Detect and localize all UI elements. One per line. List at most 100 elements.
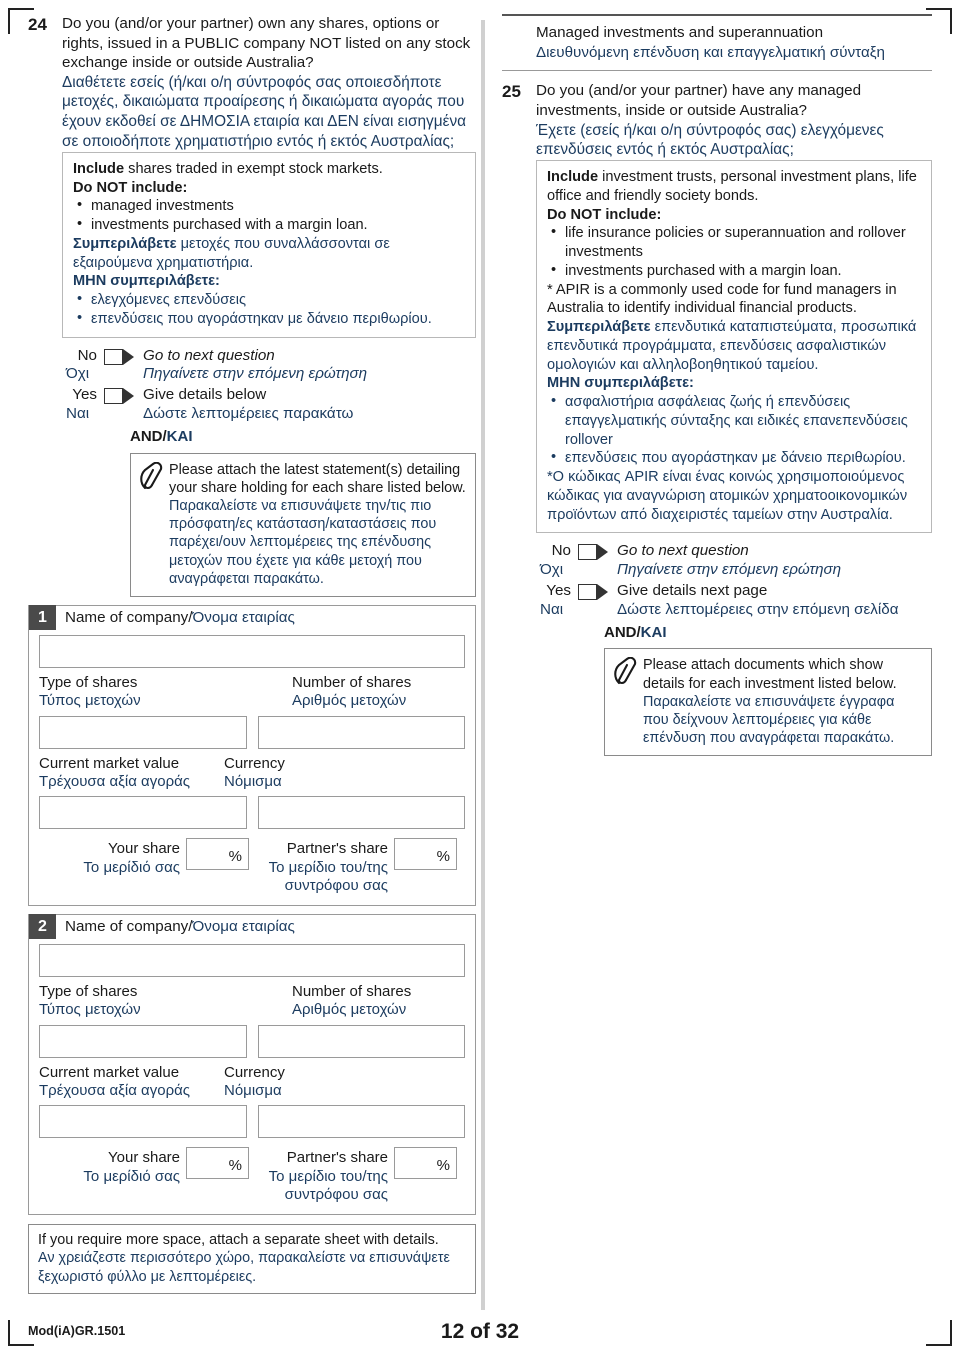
exclude-list-en: managed investments investments purchase… xyxy=(73,196,465,235)
no-label-en: No xyxy=(551,542,571,560)
number-label-en: Number of shares xyxy=(292,983,412,1001)
checkbox-box[interactable] xyxy=(104,388,123,405)
percent-symbol: % xyxy=(228,1157,242,1175)
more-space-note: If you require more space, attach a sepa… xyxy=(28,1224,476,1295)
question-24-number: 24 xyxy=(28,15,47,34)
column-divider xyxy=(481,20,485,1310)
yes-action-gr: Δώστε λεπτομέρειες παρακάτω xyxy=(143,405,354,423)
question-24: 24 Do you (and/or your partner) own any … xyxy=(28,14,476,152)
attachment-text-en: Please attach the latest statement(s) de… xyxy=(169,461,466,496)
percent-symbol: % xyxy=(436,848,450,866)
partner-share-label-en: Partner's share xyxy=(286,1149,388,1167)
kai-gr: ΚΑΙ xyxy=(640,623,667,641)
market-value-label-en: Current market value xyxy=(39,1063,180,1081)
checkbox-box[interactable] xyxy=(104,348,123,365)
exclude-label-gr: ΜΗΝ συμπεριλάβετε: xyxy=(73,273,220,290)
market-value-label-gr: Τρέχουσα αξία αγοράς xyxy=(39,772,191,790)
partner-share-percent-input[interactable]: % xyxy=(394,838,457,871)
yes-action-en: Give details below xyxy=(143,386,267,404)
entry-badge: 1 xyxy=(29,605,56,631)
apir-note-en: * APIR is a commonly used code for fund … xyxy=(547,281,897,317)
no-action-gr: Πηγαίνετε στην επόμενη ερώτηση xyxy=(617,561,842,579)
yes-label-gr: Ναι xyxy=(540,600,564,618)
include-line-gr: Συμπεριλάβετε επενδυτικά καταπιστεύματα,… xyxy=(547,318,921,374)
left-column: 24 Do you (and/or your partner) own any … xyxy=(28,14,476,1295)
more-space-note-en: If you require more space, attach a sepa… xyxy=(38,1232,439,1249)
question-24-attachment-note: Please attach the latest statement(s) de… xyxy=(130,452,476,598)
your-share-label-en: Your share xyxy=(108,840,180,858)
no-action-en: Go to next question xyxy=(143,346,275,364)
yes-checkbox[interactable] xyxy=(104,388,134,405)
list-item: investments purchased with a margin loan… xyxy=(547,261,921,281)
your-share-label-gr: Το μερίδιό σας xyxy=(83,858,180,876)
exclude-list-en: life insurance policies or superannuatio… xyxy=(547,223,921,281)
your-share-label-en: Your share xyxy=(108,1149,180,1167)
your-share-percent-input[interactable]: % xyxy=(186,838,249,871)
name-label-en: Name of company/ xyxy=(65,918,193,936)
exclude-list-gr: ασφαλιστήρια ασφάλειας ζωής ή επενδύσεις… xyxy=(547,392,921,468)
attachment-text-en: Please attach documents which show detai… xyxy=(643,657,897,692)
partner-share-percent-input[interactable]: % xyxy=(394,1147,457,1180)
and-en: AND/ xyxy=(604,623,641,641)
arrow-right-icon xyxy=(597,544,608,561)
type-label-en: Type of shares xyxy=(39,983,138,1001)
currency-input[interactable] xyxy=(257,1105,465,1139)
question-25-number: 25 xyxy=(502,82,521,102)
list-item: επενδύσεις που αγοράστηκαν με δάνειο περ… xyxy=(73,309,465,329)
company-name-input[interactable] xyxy=(39,635,465,669)
company-entry-1: 1 Name of company/Όνομα εταιρίας Type of… xyxy=(28,605,476,907)
question-24-text-en: Do you (and/or your partner) own any sha… xyxy=(62,15,471,72)
company-entry-2: 2 Name of company/Όνομα εταιρίας Type of… xyxy=(28,914,476,1216)
percent-symbol: % xyxy=(228,848,242,866)
number-label-gr: Αριθμός μετοχών xyxy=(292,692,407,710)
section-title-gr: Διευθυνόμενη επένδυση και επαγγελματική … xyxy=(536,44,885,62)
number-label-en: Number of shares xyxy=(292,674,412,692)
no-checkbox[interactable] xyxy=(578,544,608,561)
include-line-gr: Συμπεριλάβετε μετοχές που συναλλάσσονται… xyxy=(73,235,465,273)
arrow-right-icon xyxy=(123,388,134,405)
checkbox-box[interactable] xyxy=(578,584,597,601)
number-of-shares-input[interactable] xyxy=(257,715,465,749)
type-of-shares-input[interactable] xyxy=(39,715,247,749)
name-label-en: Name of company/ xyxy=(65,609,193,627)
list-item: ασφαλιστήρια ασφάλειας ζωής ή επενδύσεις… xyxy=(547,392,921,449)
no-label-en: No xyxy=(77,346,97,364)
section-title-en: Managed investments and superannuation xyxy=(536,24,824,41)
footer-page-number: 12 of 32 xyxy=(440,1320,520,1343)
partner-share-label-en: Partner's share xyxy=(286,840,388,858)
no-action-en: Go to next question xyxy=(617,542,749,560)
market-value-label-gr: Τρέχουσα αξία αγοράς xyxy=(39,1082,191,1099)
yes-action-en: Give details next page xyxy=(617,582,768,600)
market-value-label-en: Current market value xyxy=(39,754,180,772)
question-25-text-en: Do you (and/or your partner) have any ma… xyxy=(536,82,862,119)
market-value-input[interactable] xyxy=(39,1105,247,1139)
right-column: Managed investments and superannuation Δ… xyxy=(502,14,932,757)
type-of-shares-input[interactable] xyxy=(39,1024,247,1058)
question-25-instructions: Include investment trusts, personal inve… xyxy=(536,160,932,534)
include-text-en: shares traded in exempt stock markets. xyxy=(124,160,383,177)
partner-share-label-gr: Το μερίδιο του/της συντρόφου σας xyxy=(268,858,388,894)
company-name-input[interactable] xyxy=(39,944,465,978)
entry-badge: 2 xyxy=(29,914,56,940)
market-value-input[interactable] xyxy=(39,796,247,830)
number-of-shares-input[interactable] xyxy=(257,1024,465,1058)
attachment-text-gr: Παρακαλείστε να επισυνάψετε την/τις πιο … xyxy=(169,497,437,587)
currency-label-gr: Νόμισμα xyxy=(224,772,282,790)
checkbox-box[interactable] xyxy=(578,544,597,561)
yes-label-en: Yes xyxy=(546,582,571,600)
paperclip-icon xyxy=(139,461,169,497)
list-item: investments purchased with a margin loan… xyxy=(73,215,465,235)
include-label-gr: Συμπεριλάβετε xyxy=(547,319,651,336)
more-space-note-gr: Αν χρειάζεστε περισσότερο χώρο, παρακαλε… xyxy=(38,1250,450,1285)
percent-symbol: % xyxy=(436,1157,450,1175)
currency-input[interactable] xyxy=(257,796,465,830)
currency-label-en: Currency xyxy=(224,1063,285,1081)
yes-action-gr: Δώστε λεπτομέρειες στην επόμενη σελίδα xyxy=(617,600,899,618)
question-24-answers: No Go to next question Όχι Πηγαίνετε στη… xyxy=(62,347,476,447)
list-item: managed investments xyxy=(73,196,465,216)
no-checkbox[interactable] xyxy=(104,348,134,365)
arrow-right-icon xyxy=(597,584,608,601)
yes-checkbox[interactable] xyxy=(578,584,608,601)
include-label-en: Include xyxy=(73,160,125,177)
your-share-percent-input[interactable]: % xyxy=(186,1147,249,1180)
